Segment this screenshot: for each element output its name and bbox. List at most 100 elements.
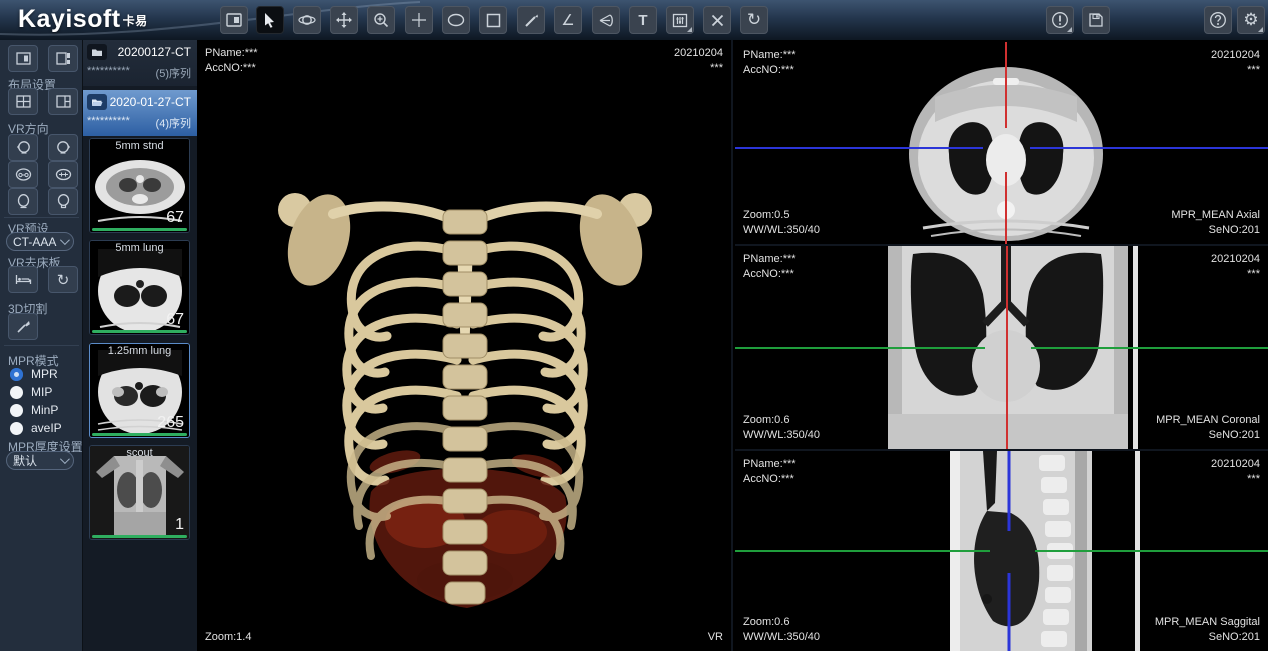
ellipse-icon <box>447 13 465 27</box>
layout-1x2-button[interactable] <box>8 45 38 72</box>
info-button[interactable] <box>1046 6 1074 34</box>
gear-icon: ⚙ <box>1243 10 1258 30</box>
series-name-text: MPR_MEAN Coronal <box>1156 413 1260 428</box>
wwwl-text: WW/WL:350/40 <box>743 428 820 443</box>
thumbnail-1-25mm-lung-selected[interactable]: 1.25mm lung 265 <box>89 343 190 438</box>
vr-view-left-button[interactable] <box>8 134 38 161</box>
ellipse-roi-button[interactable] <box>442 6 470 34</box>
restore-bed-button[interactable]: ↻ <box>48 266 78 293</box>
study-patient: ********** <box>87 115 130 131</box>
mpr-mode-radio-mpr[interactable]: MPR <box>10 366 58 382</box>
accno-text: AccNO:*** <box>743 267 796 282</box>
vr-preset-select[interactable]: CT-AAA <box>6 232 74 251</box>
rect-roi-button[interactable] <box>479 6 507 34</box>
layout-custom-button[interactable] <box>48 45 78 72</box>
reset-icon: ↻ <box>747 10 761 30</box>
layout-1plus2-button[interactable] <box>48 88 78 115</box>
zoom-text: Zoom:0.6 <box>743 413 820 428</box>
zoom-text: Zoom:0.5 <box>743 208 820 223</box>
measure-line-button[interactable] <box>517 6 545 34</box>
overlay-zoom-wl: Zoom:0.5 WW/WL:350/40 <box>743 208 820 238</box>
series-name-text: MPR_MEAN Axial <box>1171 208 1260 223</box>
radio-icon <box>10 386 23 399</box>
sagittal-viewport[interactable]: PName:*** AccNO:*** 20210204 *** Zoom:0.… <box>735 451 1268 651</box>
thumbnail-progress-bar <box>92 535 187 538</box>
divider <box>4 217 79 218</box>
mpr-thickness-value: 默认 <box>13 452 37 469</box>
logo-cn-text: 卡易 <box>123 14 148 28</box>
zoom-icon <box>373 12 389 28</box>
reset-view-button[interactable]: ↻ <box>740 6 768 34</box>
study-item-1[interactable]: 20200127-CT ********** (5)序列 <box>83 40 197 86</box>
mpr-thickness-select[interactable]: 默认 <box>6 451 74 470</box>
pname-text: PName:*** <box>743 457 796 472</box>
layout-2x2-button[interactable] <box>8 88 38 115</box>
overlay-series-info: MPR_MEAN Saggital SeNO:201 <box>1155 615 1260 645</box>
mpr-mode-radio-aveip[interactable]: aveIP <box>10 420 62 436</box>
pan-tool-button[interactable] <box>330 6 358 34</box>
thumbnail-5mm-lung[interactable]: 5mm lung 67 <box>89 240 190 335</box>
mode-text: VR <box>708 630 723 645</box>
layout-2x2-icon <box>16 95 31 108</box>
stars-text: *** <box>1211 63 1260 78</box>
restore-icon: ↻ <box>57 271 70 289</box>
overlay-study-date: 20210204 *** <box>1211 252 1260 282</box>
study-item-2-selected[interactable]: 2020-01-27-CT ********** (4)序列 <box>83 90 197 136</box>
rotate-3d-button[interactable] <box>293 6 321 34</box>
mpr-mode-radio-minp[interactable]: MinP <box>10 402 58 418</box>
zoom-text: Zoom:0.6 <box>743 615 820 630</box>
zoom-tool-button[interactable] <box>367 6 395 34</box>
delete-annotation-button[interactable] <box>703 6 731 34</box>
vr-view-right-button[interactable] <box>48 134 78 161</box>
overlay-zoom-wl: Zoom:0.6 WW/WL:350/40 <box>743 413 820 443</box>
thumbnail-label: 5mm lung <box>90 242 189 254</box>
help-button[interactable] <box>1204 6 1232 34</box>
remove-bed-button[interactable] <box>8 266 38 293</box>
chevron-down-icon <box>60 235 70 245</box>
settings-button[interactable]: ⚙ <box>1237 6 1265 34</box>
seno-text: SeNO:201 <box>1156 428 1260 443</box>
seno-text: SeNO:201 <box>1171 223 1260 238</box>
radio-icon <box>10 404 23 417</box>
study-patient: ********** <box>87 65 130 81</box>
chevron-down-icon <box>60 454 70 464</box>
thumbnail-5mm-stnd[interactable]: 5mm stnd 67 <box>89 138 190 233</box>
overlay-study-date: 20210204 *** <box>1211 48 1260 78</box>
mpr-layout-button[interactable] <box>220 6 248 34</box>
dropdown-corner <box>1067 27 1072 32</box>
pointer-tool-button[interactable] <box>256 6 284 34</box>
radio-label: aveIP <box>31 421 62 435</box>
date-text: 20210204 <box>674 46 723 61</box>
vr-view-posterior-button[interactable] <box>48 188 78 215</box>
date-text: 20210204 <box>1211 252 1260 267</box>
vr-view-superior-button[interactable] <box>8 161 38 188</box>
cone-beam-button[interactable] <box>592 6 620 34</box>
vr-view-anterior-button[interactable] <box>8 188 38 215</box>
study-series-count: (5)序列 <box>156 65 191 81</box>
divider <box>4 345 79 346</box>
crosshair-tool-button[interactable] <box>405 6 433 34</box>
overlay-mode: VR <box>708 630 723 645</box>
axial-viewport[interactable]: PName:*** AccNO:*** 20210204 *** Zoom:0.… <box>735 42 1268 244</box>
study-title: 20200127-CT <box>118 45 191 59</box>
thumbnail-scout[interactable]: scout 1 <box>89 445 190 540</box>
vr-viewport[interactable]: PName:*** AccNO:*** 20210204 *** Zoom:1.… <box>197 40 733 651</box>
window-level-button[interactable] <box>666 6 694 34</box>
thumbnail-progress-bar <box>92 228 187 231</box>
mpr-mode-radio-mip[interactable]: MIP <box>10 384 52 400</box>
coronal-viewport[interactable]: PName:*** AccNO:*** 20210204 *** Zoom:0.… <box>735 246 1268 449</box>
text-annotation-button[interactable]: T <box>629 6 657 34</box>
save-button[interactable] <box>1082 6 1110 34</box>
overlay-series-info: MPR_MEAN Coronal SeNO:201 <box>1156 413 1260 443</box>
vr-view-inferior-button[interactable] <box>48 161 78 188</box>
bed-icon <box>15 273 32 286</box>
radio-label: MPR <box>31 367 58 381</box>
vr-preset-value: CT-AAA <box>13 235 56 249</box>
overlay-zoom-wl: Zoom:0.6 WW/WL:350/40 <box>743 615 820 645</box>
scalpel-button[interactable] <box>8 313 38 340</box>
folder-closed-icon <box>87 44 107 60</box>
radio-selected-icon <box>10 368 23 381</box>
date-text: 20210204 <box>1211 48 1260 63</box>
angle-tool-button[interactable]: ∠ <box>554 6 582 34</box>
help-icon <box>1209 11 1227 29</box>
